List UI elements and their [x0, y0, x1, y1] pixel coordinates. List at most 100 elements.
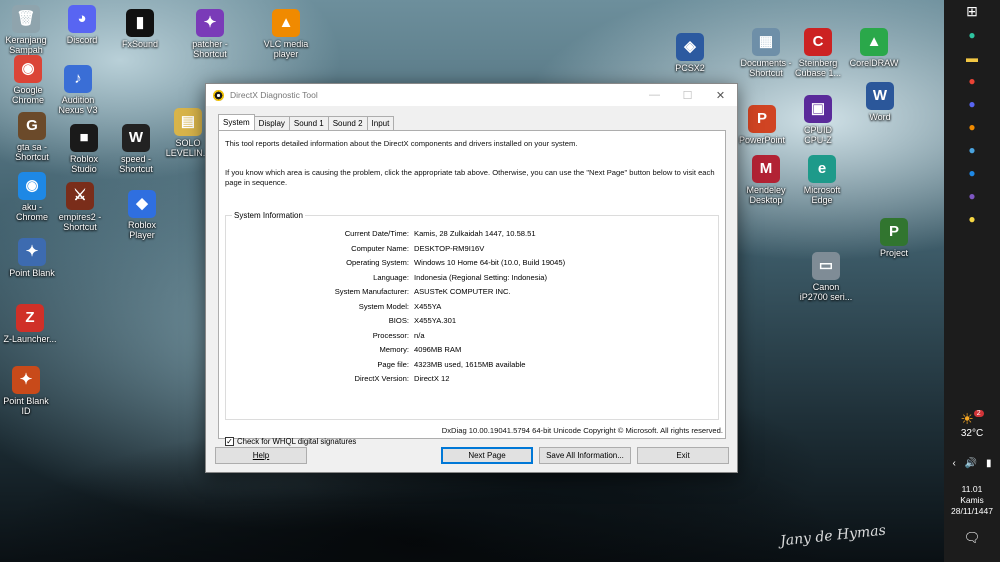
whql-option[interactable]: ✓ Check for WHQL digital signatures — [225, 437, 356, 446]
weather-badge: 2 — [973, 410, 984, 417]
app-blue-icon[interactable]: ● — [944, 138, 1000, 161]
app-icon: ♪ — [64, 65, 92, 93]
tab-system[interactable]: System — [218, 114, 255, 130]
windows-start-icon[interactable]: ⊞ — [944, 0, 1000, 23]
app-icon: ▦ — [752, 28, 780, 56]
weather-widget[interactable]: ☀ 2 32°C — [944, 410, 1000, 439]
chevron-left-icon[interactable]: ‹ — [952, 458, 955, 469]
desktop-icon[interactable]: ◆ Roblox Player — [106, 190, 178, 240]
discord-icon[interactable]: ● — [944, 92, 1000, 115]
app-icon: P — [748, 105, 776, 133]
desktop-icon-label: Z-Launcher... — [3, 334, 57, 344]
desktop-icon[interactable]: ♪ Audition Nexus V3 — [42, 65, 114, 115]
info-key: Operating System: — [346, 258, 409, 267]
minimize-icon[interactable]: — — [638, 84, 671, 106]
media-player-icon[interactable]: ● — [944, 115, 1000, 138]
info-row: DirectX Version: DirectX 12 — [226, 374, 720, 386]
tab-sound-1[interactable]: Sound 1 — [288, 116, 329, 130]
info-row: Page file: 4323MB used, 1615MB available — [226, 360, 720, 372]
desktop-icon[interactable]: ✦ patcher - Shortcut — [174, 9, 246, 59]
desktop-icon[interactable]: ▮ FxSound — [104, 9, 176, 49]
app-icon: 🗑 — [12, 5, 40, 33]
info-key: System Manufacturer: — [334, 287, 409, 296]
info-key: Current Date/Time: — [344, 229, 409, 238]
app-icon: ◈ — [676, 33, 704, 61]
app-icon: ✦ — [12, 366, 40, 394]
tab-sound-2[interactable]: Sound 2 — [327, 116, 368, 130]
app-icon: M — [752, 155, 780, 183]
chrome-profile-icon[interactable]: ● — [944, 161, 1000, 184]
next-page-label: Next Page — [468, 451, 506, 460]
desktop-icon[interactable]: ◈ PCSX2 — [654, 33, 726, 73]
clock[interactable]: 11.01 Kamis 28/11/1447 — [944, 484, 1000, 517]
info-value: ASUSTeK COMPUTER INC. — [414, 287, 511, 296]
desktop-icon-label: Microsoft Edge — [803, 185, 841, 205]
app-icon: ▲ — [272, 9, 300, 37]
app-icon: P — [880, 218, 908, 246]
desktop-icon[interactable]: ✦ Point Blank ID — [0, 366, 62, 416]
tab-input[interactable]: Input — [366, 116, 395, 130]
edge-icon[interactable]: ● — [944, 23, 1000, 46]
desktop-icon[interactable]: ✦ Point Blank — [0, 238, 68, 278]
app-icon: ▲ — [860, 28, 888, 56]
desktop-icon[interactable]: e Microsoft Edge — [786, 155, 858, 205]
app-icon: ✦ — [18, 238, 46, 266]
info-row: Operating System: Windows 10 Home 64-bit … — [226, 258, 720, 270]
info-key: System Model: — [358, 301, 409, 311]
whql-checkbox[interactable]: ✓ — [225, 437, 234, 446]
app-icon: ◉ — [14, 55, 42, 83]
copyright-footer: DxDiag 10.00.19041.5794 64-bit Unicode C… — [441, 426, 723, 435]
app-icon: ▣ — [804, 95, 832, 123]
app-icon: ◉ — [18, 172, 46, 200]
app-icon: C — [804, 28, 832, 56]
desktop-icon-label: Canon iP2700 seri... — [799, 282, 853, 302]
volume-icon[interactable]: 🔊 — [965, 458, 977, 469]
info-row: Language: Indonesia (Regional Setting: In… — [226, 273, 720, 285]
info-value: n/a — [414, 330, 425, 340]
info-value: DirectX 12 — [414, 374, 450, 383]
info-row: BIOS: X455YA.301 — [226, 316, 720, 328]
app-icon: e — [808, 155, 836, 183]
help-button[interactable]: Help — [215, 447, 307, 464]
save-all-information-button[interactable]: Save All Information... — [539, 447, 631, 464]
info-row: System Model: X455YA — [226, 302, 720, 314]
info-value: X455YA.301 — [414, 316, 457, 325]
info-value: 4323MB used, 1615MB available — [414, 359, 526, 369]
chrome-icon[interactable]: ● — [944, 69, 1000, 92]
desktop-icon[interactable]: ▭ Canon iP2700 seri... — [790, 252, 862, 302]
app-icon: G — [18, 112, 46, 140]
desktop-icon-label: patcher - Shortcut — [192, 39, 228, 59]
group-title: System Information — [232, 211, 305, 220]
exit-button[interactable]: Exit — [637, 447, 729, 464]
next-page-button[interactable]: Next Page — [441, 447, 533, 464]
app-purple-icon[interactable]: ● — [944, 184, 1000, 207]
close-icon[interactable]: ✕ — [704, 84, 737, 106]
maximize-icon[interactable]: ☐ — [671, 84, 704, 106]
window-controls: — ☐ ✕ — [638, 84, 737, 106]
info-row: System Manufacturer: ASUSTeK COMPUTER INC… — [226, 287, 720, 299]
intro-text-1: This tool reports detailed information a… — [225, 139, 578, 148]
notification-icon[interactable]: 🗨 — [944, 530, 1000, 546]
app-icon: ■ — [70, 124, 98, 152]
title-bar[interactable]: DirectX Diagnostic Tool — ☐ ✕ — [206, 84, 737, 106]
info-key: Memory: — [379, 345, 409, 354]
clock-time: 11.01 — [961, 484, 983, 494]
desktop-icon[interactable]: P Project — [858, 218, 930, 258]
info-row: Processor: n/a — [226, 331, 720, 343]
system-information-group: System Information Current Date/Time: Kam… — [225, 211, 720, 420]
app-icon: ▮ — [126, 9, 154, 37]
info-value: Windows 10 Home 64-bit (10.0, Build 1904… — [414, 258, 566, 267]
desktop-icon[interactable]: ▲ VLC media player — [250, 9, 322, 59]
app-yellow-icon[interactable]: ● — [944, 207, 1000, 230]
app-icon: ▤ — [174, 108, 202, 136]
tab-display[interactable]: Display — [253, 116, 290, 130]
desktop-icon-label: PCSX2 — [675, 63, 705, 73]
tab-strip: System Display Sound 1 Sound 2 Input — [218, 114, 395, 130]
battery-icon[interactable]: ▮ — [986, 458, 992, 469]
desktop-icon[interactable]: W Word — [844, 82, 916, 122]
desktop-icon[interactable]: Z Z-Launcher... — [0, 304, 66, 344]
desktop-icon[interactable]: ▲ CorelDRAW — [838, 28, 910, 68]
info-key: Language: — [373, 272, 409, 282]
dxdiag-window: DirectX Diagnostic Tool — ☐ ✕ System Dis… — [205, 83, 738, 473]
file-explorer-icon[interactable]: ▬ — [944, 46, 1000, 69]
